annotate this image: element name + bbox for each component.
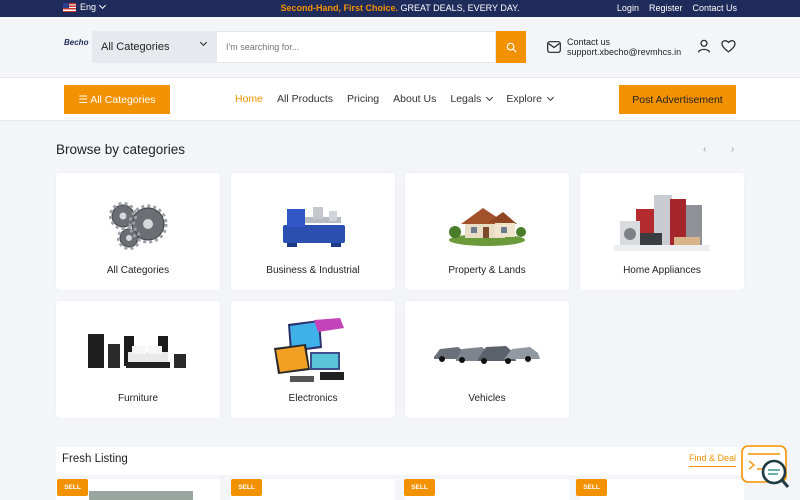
nav-pricing[interactable]: Pricing [347, 93, 379, 105]
heart-icon[interactable] [721, 39, 736, 53]
logo-text: Becho [64, 38, 89, 47]
login-link[interactable]: Login [617, 3, 639, 13]
category-card-home-appliances[interactable]: Home Appliances [580, 173, 744, 290]
nav-all-products[interactable]: All Products [277, 93, 333, 105]
nav-home-label: Home [235, 93, 264, 105]
search-button[interactable] [496, 31, 526, 63]
bedroom-furniture-icon [56, 315, 220, 389]
register-link[interactable]: Register [649, 3, 683, 13]
nav-legals-label: Legals [450, 93, 482, 105]
category-card-business-industrial[interactable]: Business & Industrial [231, 173, 395, 290]
search-icon [506, 42, 517, 53]
category-card-vehicles[interactable]: Vehicles [405, 301, 569, 418]
contact-block[interactable]: Contact us support.xbecho@revmhcs.in [547, 37, 681, 58]
post-advertisement-label: Post Advertisement [632, 93, 723, 106]
nav-about-us-label: About Us [393, 93, 437, 105]
fresh-listing-header: Fresh Listing Find & Deal [56, 447, 744, 475]
category-select-value: All Categories [101, 41, 170, 53]
sell-badge: SELL [231, 479, 262, 496]
category-label: Business & Industrial [266, 265, 360, 276]
main-nav: ☰ All Categories Home All Products Prici… [0, 77, 800, 121]
category-card-property-lands[interactable]: Property & Lands [405, 173, 569, 290]
user-icon[interactable] [697, 39, 711, 53]
carousel-prev-button[interactable]: ‹ [703, 144, 706, 155]
electronics-icon [231, 315, 395, 389]
fresh-listing-title: Fresh Listing [62, 453, 128, 465]
category-label: Home Appliances [623, 265, 701, 276]
carousel-next-button[interactable]: › [731, 144, 734, 155]
contact-label: Contact us [567, 37, 611, 47]
category-label: Property & Lands [448, 265, 526, 276]
header: Becho All Categories Contact us support.… [0, 17, 800, 77]
search-input[interactable] [216, 31, 496, 63]
nav-about-us[interactable]: About Us [393, 93, 436, 105]
category-card-all-categories[interactable]: All Categories [56, 173, 220, 290]
category-label: All Categories [106, 265, 170, 276]
nav-legals[interactable]: Legals [450, 93, 494, 105]
promo-text: GREAT DEALS, EVERY DAY. [397, 3, 520, 13]
post-advertisement-button[interactable]: Post Advertisement [619, 85, 736, 114]
nav-pricing-label: Pricing [347, 93, 380, 105]
house-icon [405, 187, 569, 261]
chevron-down-icon [546, 93, 554, 102]
top-links: Login Register Contact Us [617, 3, 737, 13]
category-label: Vehicles [468, 393, 506, 404]
listing-thumbnail [89, 491, 193, 500]
category-card-electronics[interactable]: Electronics [231, 301, 395, 418]
logo-tagline-mark [64, 47, 92, 50]
find-deal-link[interactable]: Find & Deal [688, 453, 736, 467]
site-logo[interactable]: Becho [64, 39, 92, 53]
category-label: Electronics [288, 393, 338, 404]
appliances-icon [580, 187, 744, 261]
sell-badge: SELL [404, 479, 435, 496]
mail-icon [547, 41, 561, 54]
category-label: Furniture [117, 393, 158, 404]
sell-badge: SELL [576, 479, 607, 496]
nav-menu: Home All Products Pricing About Us Legal… [235, 93, 554, 105]
chat-search-icon [741, 445, 790, 488]
category-select[interactable]: All Categories [92, 31, 216, 63]
promo-highlight: Second-Hand, First Choice. [280, 3, 398, 13]
category-card-furniture[interactable]: Furniture [56, 301, 220, 418]
nav-home[interactable]: Home [235, 93, 263, 105]
browse-categories-title: Browse by categories [56, 142, 186, 157]
chat-widget-button[interactable] [741, 445, 790, 489]
chevron-down-icon [199, 38, 208, 47]
contact-us-link[interactable]: Contact Us [692, 3, 737, 13]
sell-badge: SELL [57, 479, 88, 496]
contact-email: support.xbecho@revmhcs.in [567, 47, 682, 58]
top-bar: Eng Second-Hand, First Choice. GREAT DEA… [0, 0, 800, 17]
chevron-down-icon [486, 93, 494, 102]
nav-explore[interactable]: Explore [506, 93, 554, 105]
lathe-machine-icon [231, 187, 395, 261]
all-categories-button[interactable]: ☰ All Categories [64, 85, 170, 114]
all-categories-button-label: ☰ All Categories [78, 93, 156, 106]
nav-explore-label: Explore [506, 93, 542, 105]
cars-icon [405, 315, 569, 389]
gears-icon [56, 187, 220, 261]
nav-all-products-label: All Products [277, 93, 334, 105]
